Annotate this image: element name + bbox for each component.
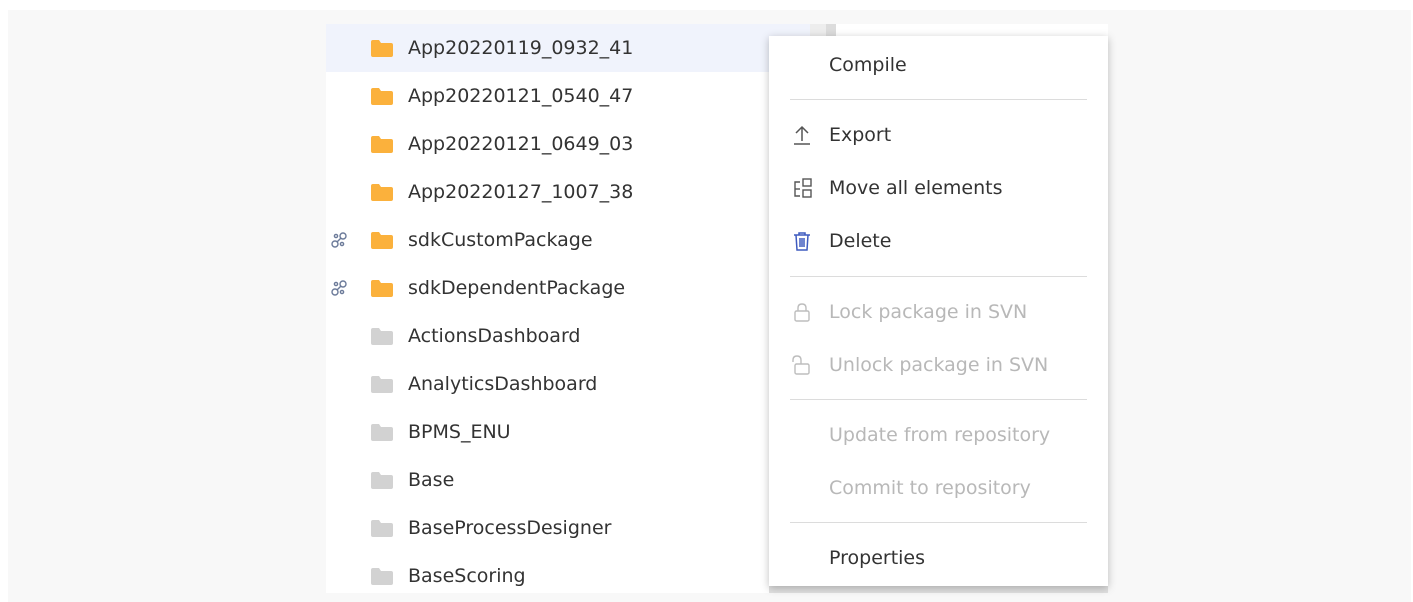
lock-icon [794, 303, 810, 322]
folder-icon [371, 88, 393, 105]
menu-bottom-edge [769, 586, 1108, 593]
package-name: App20220119_0932_41 [408, 37, 634, 59]
package-name: ActionsDashboard [408, 325, 581, 347]
tree-row-package[interactable]: App20220119_0932_41 [326, 24, 810, 72]
menu-item-label: Compile [829, 54, 907, 76]
tree-row-package[interactable]: sdkDependentPackage [326, 264, 810, 312]
menu-item-properties[interactable]: Properties [769, 533, 1108, 583]
package-name: App20220121_0540_47 [408, 85, 634, 107]
menu-item-export[interactable]: Export [769, 110, 1108, 160]
folder-icon [371, 568, 393, 585]
menu-item-compile[interactable]: Compile [769, 40, 1108, 90]
tree-row-package[interactable]: sdkCustomPackage [326, 216, 810, 264]
package-name: AnalyticsDashboard [408, 373, 598, 395]
package-name: BPMS_ENU [408, 421, 511, 443]
context-menu: Compile Export Move all elements Delete … [769, 36, 1108, 586]
package-name: Base [408, 469, 455, 491]
menu-item-move-all-elements[interactable]: Move all elements [769, 163, 1108, 213]
folder-icon [371, 136, 393, 153]
package-name: BaseProcessDesigner [408, 517, 612, 539]
package-name: App20220127_1007_38 [408, 181, 634, 203]
unlock-icon [792, 355, 810, 375]
menu-item-delete[interactable]: Delete [769, 216, 1108, 266]
tree-row-package[interactable]: Base [326, 456, 810, 504]
package-name: App20220121_0649_03 [408, 133, 634, 155]
menu-item-lock-package[interactable]: Lock package in SVN [769, 287, 1108, 337]
menu-item-commit-to-repository[interactable]: Commit to repository [769, 463, 1108, 513]
folder-icon [371, 40, 393, 57]
move-elements-icon [794, 178, 812, 198]
menu-item-label: Properties [829, 547, 926, 569]
tree-row-package[interactable]: App20220121_0649_03 [326, 120, 810, 168]
package-name: BaseScoring [408, 565, 526, 587]
menu-separator [790, 399, 1087, 400]
menu-item-label: Export [829, 124, 892, 146]
menu-item-label: Commit to repository [829, 477, 1031, 499]
menu-item-label: Unlock package in SVN [829, 354, 1049, 376]
menu-separator [790, 276, 1087, 277]
menu-item-label: Move all elements [829, 177, 1003, 199]
folder-icon [371, 280, 393, 297]
tree-row-package[interactable]: App20220121_0540_47 [326, 72, 810, 120]
tree-row-package[interactable]: BPMS_ENU [326, 408, 810, 456]
folder-icon [371, 232, 393, 249]
folder-icon [371, 424, 393, 441]
menu-item-unlock-package[interactable]: Unlock package in SVN [769, 340, 1108, 390]
menu-item-label: Update from repository [829, 424, 1051, 446]
menu-separator [790, 99, 1087, 100]
link-dependency-icon [331, 280, 347, 296]
trash-icon [794, 232, 810, 251]
menu-item-label: Delete [829, 230, 892, 252]
tree-row-package[interactable]: ActionsDashboard [326, 312, 810, 360]
folder-icon [371, 520, 393, 537]
folder-icon [371, 472, 393, 489]
package-name: sdkCustomPackage [408, 229, 593, 251]
tree-row-package[interactable]: BaseProcessDesigner [326, 504, 810, 552]
menu-item-label: Lock package in SVN [829, 301, 1028, 323]
tree-row-package[interactable]: BaseScoring [326, 552, 810, 593]
folder-icon [371, 184, 393, 201]
export-icon [794, 125, 810, 145]
package-tree: App20220119_0932_41 App20220121_0540_47 … [326, 24, 810, 593]
link-dependency-icon [331, 232, 347, 248]
tree-row-package[interactable]: App20220127_1007_38 [326, 168, 810, 216]
menu-separator [790, 522, 1087, 523]
tree-row-package[interactable]: AnalyticsDashboard [326, 360, 810, 408]
folder-icon [371, 328, 393, 345]
folder-icon [371, 376, 393, 393]
package-name: sdkDependentPackage [408, 277, 626, 299]
menu-item-update-from-repository[interactable]: Update from repository [769, 410, 1108, 460]
